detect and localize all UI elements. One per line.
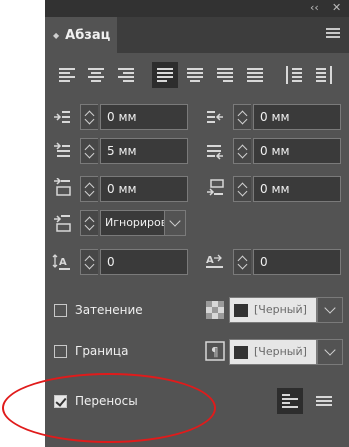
border-swatch-label: [Черный] xyxy=(254,345,307,358)
close-panel-button[interactable]: ✕ xyxy=(332,1,341,14)
color-swatch xyxy=(234,304,248,317)
highlight-ellipse-annotation xyxy=(2,373,216,443)
align-right-button[interactable] xyxy=(113,62,139,88)
shading-checkbox[interactable] xyxy=(54,304,67,317)
left-indent-icon xyxy=(54,111,70,123)
justify-all-button[interactable] xyxy=(242,62,268,88)
svg-text:A: A xyxy=(59,257,67,268)
panel-tab-row: ◆ Абзац xyxy=(45,17,349,53)
panel-topbar: ‹‹ ✕ xyxy=(45,0,349,17)
drop-cap-characters-field[interactable]: 0 xyxy=(253,249,341,275)
align-to-grid-dropdown-button[interactable] xyxy=(164,210,186,236)
space-before-stepper[interactable] xyxy=(80,176,98,202)
double-arrow-icon: ◆ xyxy=(53,30,60,40)
first-line-indent-stepper[interactable] xyxy=(80,138,98,164)
drop-cap-characters-stepper[interactable] xyxy=(233,249,251,275)
align-left-button[interactable] xyxy=(54,62,80,88)
left-indent-stepper[interactable] xyxy=(80,104,98,130)
last-line-indent-stepper[interactable] xyxy=(233,138,251,164)
align-to-grid-icon xyxy=(54,215,71,232)
drop-cap-lines-icon: A xyxy=(52,254,70,270)
left-indent-field[interactable]: 0 мм xyxy=(100,104,188,130)
right-indent-icon xyxy=(207,111,223,123)
drop-cap-characters-icon: A xyxy=(206,254,223,268)
tab-paragraph[interactable]: ◆ Абзац xyxy=(45,17,117,53)
border-label: Граница xyxy=(75,344,129,358)
shading-label: Затенение xyxy=(75,303,143,317)
paragraph-composer-button[interactable] xyxy=(311,388,337,414)
first-line-indent-icon xyxy=(54,142,70,157)
chevron-down-icon xyxy=(324,344,336,356)
svg-text:¶: ¶ xyxy=(211,345,219,359)
border-checkbox[interactable] xyxy=(54,345,67,358)
drop-cap-lines-field[interactable]: 0 xyxy=(100,249,188,275)
align-center-button[interactable] xyxy=(83,62,109,88)
chevron-down-icon xyxy=(169,215,181,227)
border-swatch-select[interactable]: [Черный] xyxy=(229,339,317,365)
shading-swatch-dropdown-button[interactable] xyxy=(317,297,343,323)
align-to-grid-stepper[interactable] xyxy=(80,210,98,236)
drop-cap-lines-stepper[interactable] xyxy=(80,249,98,275)
border-settings-icon[interactable]: ¶ xyxy=(205,341,225,361)
first-line-indent-field[interactable]: 5 мм xyxy=(100,138,188,164)
space-before-field[interactable]: 0 мм xyxy=(100,176,188,202)
tab-paragraph-label: Абзац xyxy=(65,27,111,43)
space-after-field[interactable]: 0 мм xyxy=(253,176,341,202)
border-swatch-dropdown-button[interactable] xyxy=(317,339,343,365)
align-towards-spine-button[interactable] xyxy=(281,62,307,88)
single-line-composer-button[interactable] xyxy=(277,388,303,414)
space-after-icon xyxy=(207,179,224,196)
space-before-icon xyxy=(54,178,71,196)
justify-last-right-button[interactable] xyxy=(212,62,238,88)
collapse-panel-button[interactable]: ‹‹ xyxy=(310,1,319,14)
justify-last-left-button[interactable] xyxy=(152,62,178,88)
shading-swatch-select[interactable]: [Черный] xyxy=(229,297,317,323)
chevron-down-icon xyxy=(324,302,336,314)
right-indent-stepper[interactable] xyxy=(233,104,251,130)
space-after-stepper[interactable] xyxy=(233,176,251,202)
align-to-grid-select[interactable]: Игнориров xyxy=(100,210,165,236)
svg-text:A: A xyxy=(206,255,214,266)
last-line-indent-icon xyxy=(207,145,223,160)
color-swatch xyxy=(234,346,248,359)
justify-last-center-button[interactable] xyxy=(182,62,208,88)
hamburger-menu-icon[interactable] xyxy=(326,28,340,42)
shading-settings-icon[interactable] xyxy=(205,300,225,320)
last-line-indent-field[interactable]: 0 мм xyxy=(253,138,341,164)
right-indent-field[interactable]: 0 мм xyxy=(253,104,341,130)
align-away-from-spine-button[interactable] xyxy=(311,62,337,88)
shading-swatch-label: [Черный] xyxy=(254,303,307,316)
